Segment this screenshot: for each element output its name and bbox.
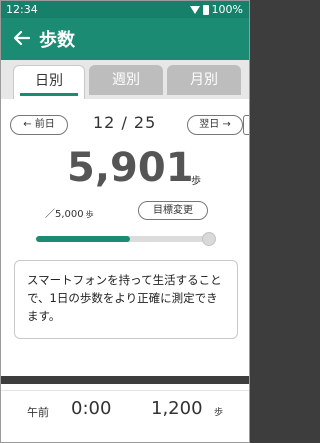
hourly-list-item: 午前 0:00 1,200 歩	[1, 384, 249, 442]
hourly-period: 午前	[27, 406, 49, 419]
status-indicators: 100%	[189, 3, 243, 16]
step-goal: ／5,000 歩	[45, 205, 94, 220]
tab-daily[interactable]: 日別	[13, 65, 85, 99]
status-time: 12:34	[6, 3, 38, 16]
current-date: 12 / 25	[93, 113, 157, 132]
daily-steps-panel: ← 前日 12 / 25 翌日 → 5,901 歩 ／5,000 歩 目標変更 ス…	[1, 99, 249, 376]
battery-level: 100%	[211, 3, 243, 16]
tab-monthly-label: 月別	[190, 72, 218, 88]
app-screen: 12:34 100% 歩数 日別 週別 月別 ← 前日 12 / 25 翌日 →…	[0, 0, 250, 443]
battery-icon	[202, 4, 209, 15]
goal-progress-end-marker	[202, 232, 216, 246]
hourly-steps-unit: 歩	[214, 408, 224, 418]
section-divider	[1, 376, 249, 384]
hourly-time: 0:00	[71, 398, 112, 419]
previous-day-button[interactable]: ← 前日	[10, 115, 68, 135]
info-card: スマートフォンを持って生活することで、1日の歩数をより正確に測定できます。	[14, 260, 238, 339]
change-goal-button[interactable]: 目標変更	[138, 201, 208, 220]
list-separator	[1, 390, 249, 391]
back-arrow-icon[interactable]	[12, 28, 32, 48]
side-edge-handle	[243, 115, 249, 135]
goal-progress-fill	[36, 236, 130, 242]
step-count: 5,901	[67, 145, 194, 191]
tab-daily-label: 日別	[35, 73, 63, 89]
step-goal-value: ／5,000	[45, 209, 84, 220]
info-message: スマートフォンを持って生活することで、1日の歩数をより正確に測定できます。	[27, 273, 222, 323]
tab-selected-indicator	[20, 93, 78, 96]
tab-monthly[interactable]: 月別	[167, 65, 241, 95]
step-count-unit: 歩	[191, 176, 201, 187]
tab-weekly[interactable]: 週別	[89, 65, 163, 95]
next-day-button[interactable]: 翌日 →	[187, 115, 243, 135]
page-title: 歩数	[39, 30, 75, 51]
wifi-icon	[189, 5, 200, 14]
tab-bar: 日別 週別 月別	[1, 60, 249, 99]
tab-weekly-label: 週別	[112, 72, 140, 88]
app-bar: 歩数	[1, 18, 249, 60]
goal-progress-bar	[36, 236, 206, 242]
hourly-steps: 1,200	[151, 398, 203, 419]
step-goal-unit: 歩	[85, 210, 94, 219]
status-bar: 12:34 100%	[1, 1, 249, 18]
